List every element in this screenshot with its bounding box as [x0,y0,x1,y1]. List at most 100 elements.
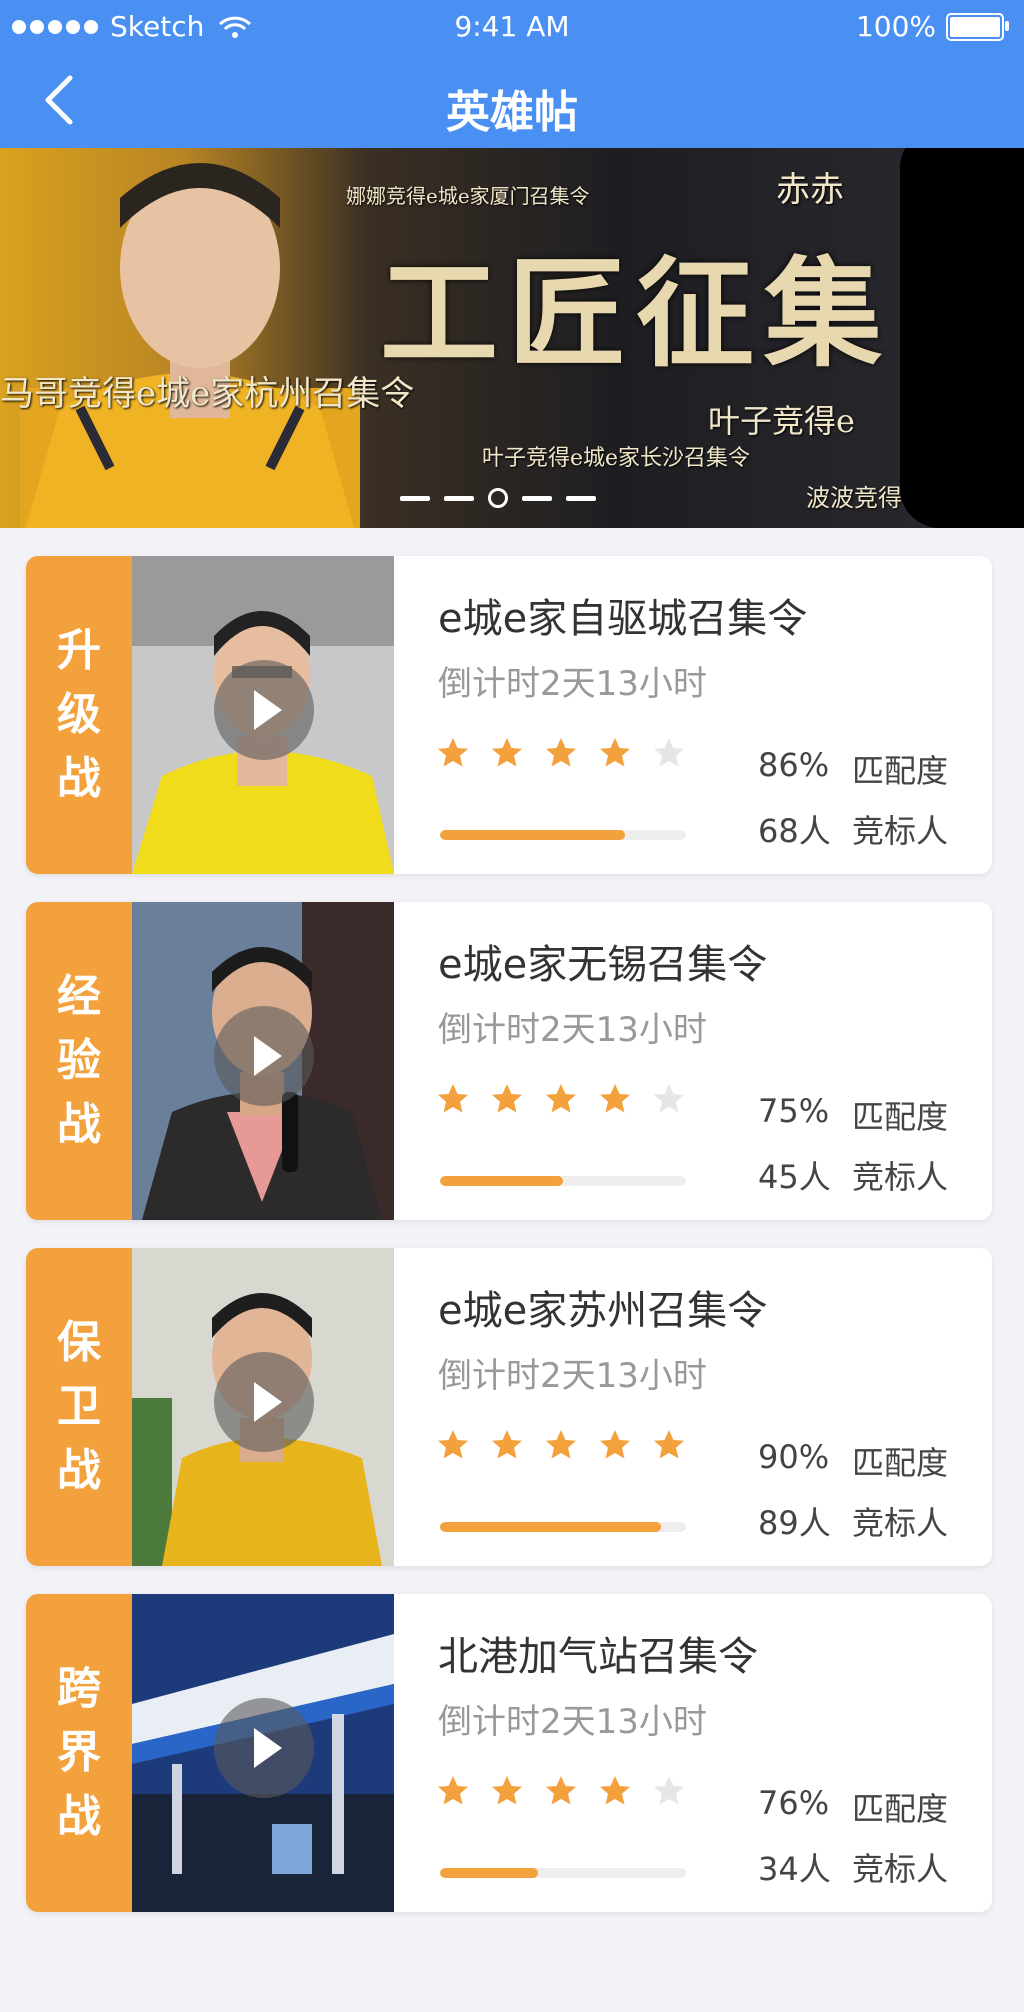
video-thumbnail[interactable] [132,902,394,1220]
bid-progress-bar [440,1868,686,1878]
video-thumbnail[interactable] [132,1594,394,1912]
bid-progress-bar [440,1522,686,1532]
campaign-card[interactable]: 跨 界 战 北港加气站召集令 倒计时2天13小时 76% 匹配度 34人 竞标人 [26,1594,992,1912]
star-filled-icon [600,1430,630,1459]
campaign-card[interactable]: 保 卫 战 e城e家苏州召集令 倒计时2天13小时 90% 匹配度 89人 竞标… [26,1248,992,1566]
page-dot[interactable] [444,495,474,501]
campaign-card[interactable]: 经 验 战 e城e家无锡召集令 倒计时2天13小时 75% 匹配度 45人 竞标… [26,902,992,1220]
match-label: 匹配度 [852,1444,949,1482]
bid-progress-bar [440,1176,686,1186]
countdown-text: 倒计时2天13小时 [438,1702,707,1742]
video-thumbnail[interactable] [132,556,394,874]
match-label: 匹配度 [852,1790,949,1828]
progress-fill [440,1176,563,1186]
star-filled-icon [546,738,576,767]
banner-overlay-shape [900,148,1024,528]
page-dot[interactable] [522,495,552,501]
rating-stars [436,736,686,770]
banner-caption: 叶子竞得e [708,402,855,440]
tag-char: 保 [57,1317,101,1368]
play-icon[interactable] [214,1006,314,1106]
navigation-bar: 英雄帖 [0,52,1024,148]
tag-char: 验 [57,1035,101,1086]
star-filled-icon [492,738,522,767]
page-dot-active[interactable] [488,488,508,508]
tag-char: 卫 [57,1381,101,1432]
bidder-count: 34人 [758,1850,831,1888]
star-filled-icon [438,1776,468,1805]
banner-caption: 马哥竞得e城e家杭州召集令 [0,374,415,414]
progress-fill [440,1868,539,1878]
progress-fill [440,830,625,840]
bidder-count: 68人 [758,812,831,850]
match-label: 匹配度 [852,1098,949,1136]
status-right: 100% [855,10,1009,43]
page-dot[interactable] [400,495,430,501]
page-dot[interactable] [566,495,596,501]
star-filled-icon [438,738,468,767]
battery-icon [946,12,1009,41]
tag-char: 级 [57,689,101,740]
battle-type-tag: 保 卫 战 [26,1248,132,1566]
match-percentage: 75% [758,1092,830,1130]
battle-type-tag: 经 验 战 [26,902,132,1220]
star-empty-icon [654,738,684,767]
play-icon[interactable] [214,660,314,760]
tag-char: 界 [57,1727,101,1778]
video-thumbnail[interactable] [132,1248,394,1566]
tag-char: 升 [57,625,101,676]
star-filled-icon [492,1430,522,1459]
banner-caption: 娜娜竞得e城e家厦门召集令 [346,184,590,208]
match-percentage: 90% [758,1438,830,1476]
rating-stars [436,1428,686,1462]
star-filled-icon [654,1430,684,1459]
campaign-card[interactable]: 升 级 战 e城e家自驱城召集令 倒计时2天13小时 86% 匹配度 68人 竞… [26,556,992,874]
tag-char: 战 [57,1791,101,1842]
match-label: 匹配度 [852,752,949,790]
banner-worker-image [20,163,360,528]
bidder-label: 竞标人 [852,812,949,850]
page-title: 英雄帖 [446,87,578,138]
play-icon[interactable] [214,1352,314,1452]
countdown-text: 倒计时2天13小时 [438,1010,707,1050]
star-filled-icon [546,1430,576,1459]
tag-char: 战 [57,1099,101,1150]
star-filled-icon [492,1776,522,1805]
campaign-title: 北港加气站召集令 [438,1634,758,1680]
banner-headline: 工匠征集 [380,244,893,383]
battle-type-tag: 升 级 战 [26,556,132,874]
star-filled-icon [546,1776,576,1805]
star-empty-icon [654,1776,684,1805]
battery-percentage: 100% [855,10,936,43]
rating-stars [436,1082,686,1116]
banner-caption: 叶子竞得e城e家长沙召集令 [482,446,751,471]
carousel-page-indicator[interactable] [400,488,596,508]
tag-char: 战 [57,753,101,804]
star-filled-icon [492,1084,522,1113]
bidder-count: 89人 [758,1504,831,1542]
star-filled-icon [600,1084,630,1113]
tag-char: 战 [57,1445,101,1496]
tag-char: 跨 [57,1663,101,1714]
campaign-title: e城e家苏州召集令 [438,1288,768,1334]
match-percentage: 86% [758,746,830,784]
bid-progress-bar [440,830,686,840]
star-filled-icon [600,738,630,767]
match-percentage: 76% [758,1784,830,1822]
progress-fill [440,1522,662,1532]
star-empty-icon [654,1084,684,1113]
bidder-label: 竞标人 [852,1158,949,1196]
status-bar: Sketch 9:41 AM 100% [0,0,1024,52]
star-filled-icon [600,1776,630,1805]
banner-carousel[interactable]: 工匠征集 娜娜竞得e城e家厦门召集令 赤赤 马哥竞得e城e家杭州召集令 叶子竞得… [0,148,1024,528]
bidder-label: 竞标人 [852,1850,949,1888]
bidder-count: 45人 [758,1158,831,1196]
rating-stars [436,1774,686,1808]
battle-type-tag: 跨 界 战 [26,1594,132,1912]
banner-caption: 赤赤 [776,170,844,210]
play-icon[interactable] [214,1698,314,1798]
tag-char: 经 [57,971,101,1022]
star-filled-icon [438,1430,468,1459]
star-filled-icon [438,1084,468,1113]
bidder-label: 竞标人 [852,1504,949,1542]
